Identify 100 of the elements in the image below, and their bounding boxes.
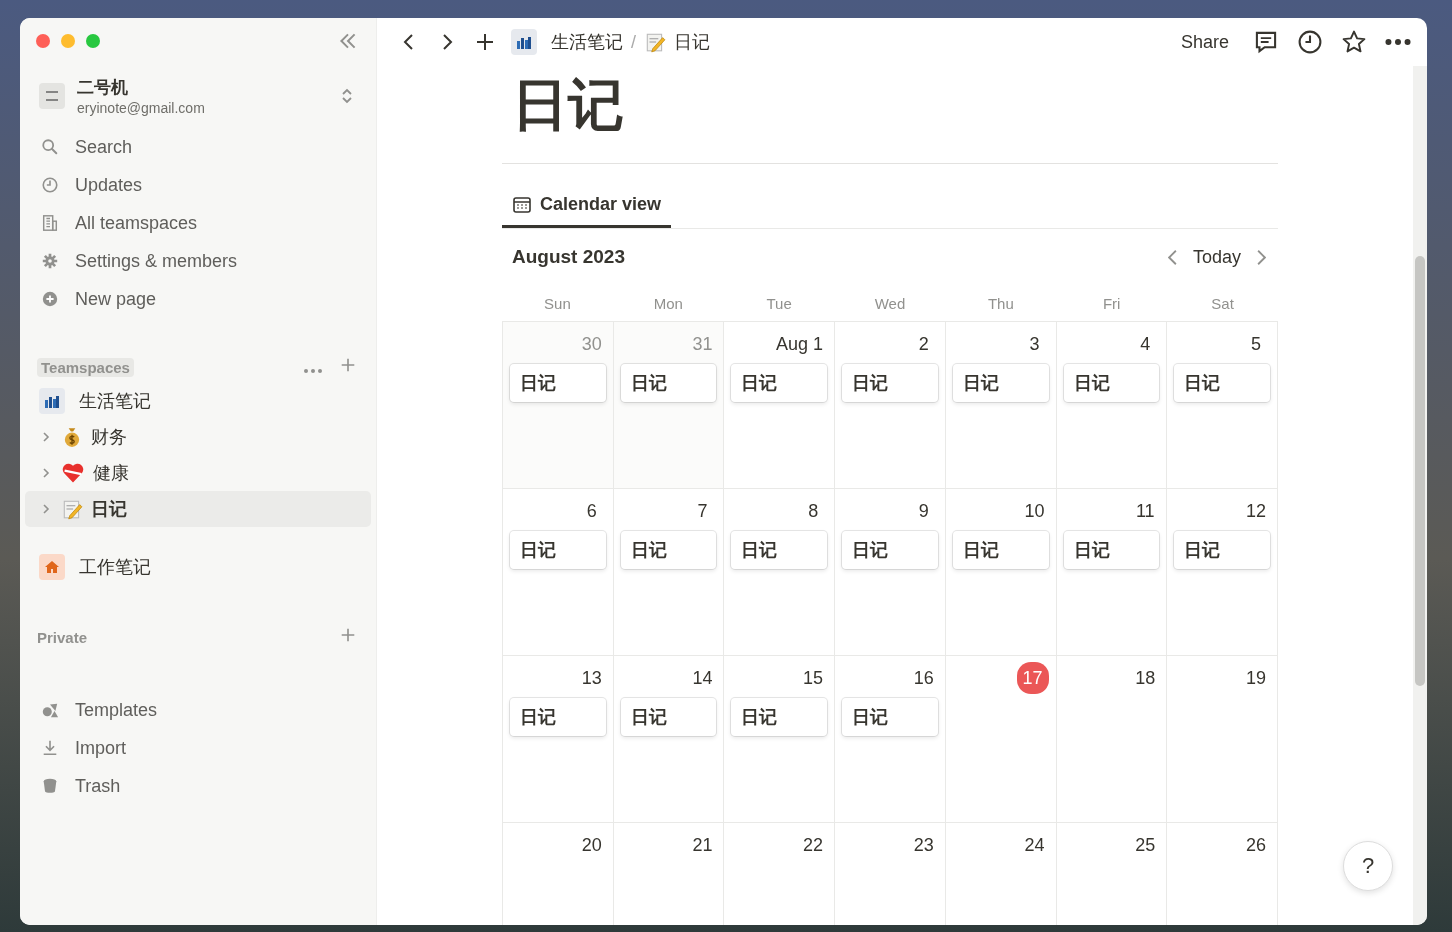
- city-icon: [39, 388, 65, 414]
- day-cell[interactable]: 13 日记: [503, 656, 614, 823]
- workspace-name[interactable]: 二号机: [77, 76, 325, 99]
- heart-icon: [61, 461, 85, 485]
- calendar-entry[interactable]: 日记: [510, 698, 606, 736]
- day-cell[interactable]: 10 日记: [945, 489, 1057, 656]
- calendar-entry[interactable]: 日记: [842, 531, 938, 569]
- calendar-entry[interactable]: 日记: [731, 698, 828, 736]
- day-cell[interactable]: 8 日记: [724, 489, 836, 656]
- day-cell[interactable]: 30 日记: [503, 322, 614, 489]
- day-cell[interactable]: 11 日记: [1056, 489, 1168, 656]
- calendar-entry[interactable]: 日记: [1174, 364, 1270, 402]
- day-cell[interactable]: 20: [503, 823, 614, 925]
- day-number: 4: [1139, 332, 1152, 356]
- calendar-entry[interactable]: 日记: [952, 364, 1049, 402]
- day-cell[interactable]: 22: [724, 823, 836, 925]
- day-cell[interactable]: 9 日记: [835, 489, 946, 656]
- day-number: 21: [691, 833, 714, 857]
- breadcrumb-link[interactable]: 生活笔记: [511, 29, 623, 55]
- sidebar-nav-item[interactable]: Import: [25, 729, 371, 767]
- calendar-entry[interactable]: 日记: [842, 698, 938, 736]
- page-item[interactable]: 日记: [25, 491, 371, 527]
- sidebar-nav-item[interactable]: Search: [25, 128, 371, 166]
- weekday-label: Sat: [1210, 294, 1235, 312]
- weekday-label: Sun: [543, 294, 572, 312]
- page-item[interactable]: 健康: [25, 455, 371, 491]
- calendar-entry[interactable]: 日记: [731, 364, 828, 402]
- sidebar-nav-item[interactable]: Trash: [25, 767, 371, 805]
- workspace-avatar[interactable]: [39, 83, 65, 109]
- breadcrumb-separator: /: [631, 31, 636, 53]
- day-number: 13: [580, 666, 603, 690]
- calendar-entry[interactable]: 日记: [620, 531, 717, 569]
- day-number: 23: [912, 833, 935, 857]
- day-cell[interactable]: 14 日记: [613, 656, 725, 823]
- star-icon: [1341, 29, 1367, 55]
- calendar-entry[interactable]: 日记: [620, 364, 717, 402]
- day-cell[interactable]: 6 日记: [503, 489, 614, 656]
- day-cell[interactable]: 12 日记: [1167, 489, 1278, 656]
- plus-icon: [475, 32, 495, 52]
- day-number: 20: [580, 833, 603, 857]
- day-cell[interactable]: 3 日记: [945, 322, 1057, 489]
- breadcrumb-link[interactable]: 日记: [644, 30, 710, 54]
- more-icon: [1385, 39, 1411, 45]
- day-cell[interactable]: 19: [1167, 656, 1278, 823]
- day-number: 11: [1134, 499, 1156, 523]
- day-cell[interactable]: 15 日记: [724, 656, 836, 823]
- window-controls[interactable]: [35, 33, 101, 49]
- calendar-entry[interactable]: 日记: [1174, 531, 1270, 569]
- scrollbar[interactable]: [1413, 66, 1427, 925]
- day-cell[interactable]: 2 日记: [835, 322, 946, 489]
- previous-month-button[interactable]: [1165, 247, 1179, 267]
- day-cell[interactable]: 31 日记: [613, 322, 725, 489]
- day-cell[interactable]: 25: [1056, 823, 1168, 925]
- day-cell[interactable]: 5 日记: [1167, 322, 1278, 489]
- today-button[interactable]: Today: [1178, 244, 1255, 270]
- day-cell[interactable]: 7 日记: [613, 489, 725, 656]
- day-number: 31: [691, 332, 714, 356]
- day-cell[interactable]: 18: [1056, 656, 1168, 823]
- calendar-entry[interactable]: 日记: [510, 531, 606, 569]
- day-number: 9: [917, 499, 930, 523]
- more-button[interactable]: [1383, 37, 1413, 47]
- help-button[interactable]: ?: [1343, 841, 1393, 891]
- day-number: 2: [917, 332, 930, 356]
- page-item[interactable]: 财务: [25, 419, 371, 455]
- sidebar-nav-item[interactable]: Updates: [25, 166, 371, 204]
- sidebar-nav-item[interactable]: Settings & members: [25, 242, 371, 280]
- view-tab[interactable]: Calendar view: [502, 184, 672, 228]
- memo-icon: [644, 31, 666, 53]
- day-cell[interactable]: 26: [1167, 823, 1278, 925]
- calendar-entry[interactable]: 日记: [842, 364, 938, 402]
- teamspace-item[interactable]: 生活笔记: [25, 383, 371, 419]
- memo-icon: [61, 498, 83, 520]
- share-button[interactable]: Share: [1172, 29, 1237, 55]
- day-number: 19: [1244, 666, 1267, 690]
- next-month-button[interactable]: [1255, 247, 1268, 267]
- calendar-entry[interactable]: 日记: [620, 698, 717, 736]
- sidebar-nav-item[interactable]: All teamspaces: [25, 204, 371, 242]
- clock-icon: [1297, 29, 1323, 55]
- calendar-entry[interactable]: 日记: [731, 531, 828, 569]
- sidebar-nav-item[interactable]: New page: [25, 280, 371, 318]
- day-cell[interactable]: 4 日记: [1056, 322, 1168, 489]
- calendar-entry[interactable]: 日记: [952, 531, 1049, 569]
- day-cell[interactable]: 21: [613, 823, 725, 925]
- sidebar-nav-item[interactable]: Templates: [25, 691, 371, 729]
- day-cell[interactable]: 24: [945, 823, 1057, 925]
- day-cell[interactable]: 16 日记: [835, 656, 946, 823]
- day-cell[interactable]: Aug 1 日记: [724, 322, 836, 489]
- page-title[interactable]: 日记: [512, 70, 1278, 140]
- shapes-icon: [41, 701, 59, 719]
- teamspace-item[interactable]: 工作笔记: [25, 549, 371, 585]
- day-number: 24: [1023, 833, 1046, 857]
- day-cell[interactable]: 23: [835, 823, 946, 925]
- day-number: 6: [585, 499, 598, 523]
- day-number: 14: [691, 666, 714, 690]
- calendar-entry[interactable]: 日记: [1063, 364, 1160, 402]
- plus-circle-icon: [41, 290, 59, 308]
- calendar-entry[interactable]: 日记: [510, 364, 606, 402]
- day-number: 3: [1028, 332, 1041, 356]
- calendar-entry[interactable]: 日记: [1063, 531, 1160, 569]
- day-number: 22: [802, 833, 825, 857]
